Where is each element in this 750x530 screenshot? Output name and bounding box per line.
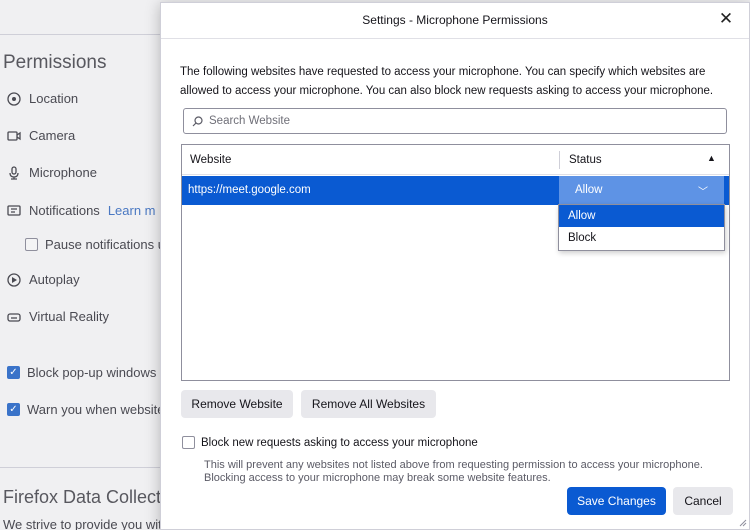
status-select[interactable]: Allow ﹀ xyxy=(559,176,724,205)
search-input[interactable] xyxy=(209,115,709,127)
divider xyxy=(0,467,160,468)
table-row[interactable]: https://meet.google.com Allow ﹀ xyxy=(182,176,729,205)
search-website-field[interactable] xyxy=(183,108,727,134)
column-header-status[interactable]: Status xyxy=(569,154,602,166)
column-header-website[interactable]: Website xyxy=(190,154,231,166)
search-icon xyxy=(192,115,203,126)
sort-ascending-icon[interactable]: ▲ xyxy=(707,153,716,163)
data-collection-heading: Firefox Data Collecti xyxy=(3,487,166,507)
permissions-heading: Permissions xyxy=(3,52,107,73)
block-note: This will prevent any websites not liste… xyxy=(204,459,703,484)
option-allow[interactable]: Allow xyxy=(559,205,724,227)
block-popups-checkbox[interactable]: ✓ Block pop-up windows xyxy=(7,365,156,380)
divider xyxy=(0,34,160,35)
status-value: Allow xyxy=(575,184,603,196)
permission-virtual-reality[interactable]: Virtual Reality xyxy=(7,309,109,324)
permission-autoplay[interactable]: Autoplay xyxy=(7,272,80,287)
remove-all-websites-button[interactable]: Remove All Websites xyxy=(301,390,436,418)
remove-website-button[interactable]: Remove Website xyxy=(181,390,293,418)
pause-notifications-checkbox[interactable]: Pause notifications u xyxy=(25,237,165,252)
notifications-icon xyxy=(7,204,21,216)
checkmark-icon[interactable]: ✓ xyxy=(7,403,20,416)
button-label: Remove Website xyxy=(191,397,283,411)
microphone-permissions-dialog: Settings - Microphone Permissions ✕ The … xyxy=(160,2,750,530)
option-block[interactable]: Block xyxy=(559,227,724,249)
virtual-reality-icon xyxy=(7,312,21,322)
permission-label: Camera xyxy=(29,128,76,143)
permission-label: Notifications xyxy=(29,203,100,218)
close-icon[interactable]: ✕ xyxy=(716,9,736,29)
permission-notifications[interactable]: Notifications Learn m xyxy=(7,203,156,218)
autoplay-icon xyxy=(7,272,21,287)
checkbox-label: Block pop-up windows xyxy=(27,365,157,380)
permission-location[interactable]: Location xyxy=(7,91,78,106)
cancel-button[interactable]: Cancel xyxy=(673,487,733,515)
permission-camera[interactable]: Camera xyxy=(7,128,75,143)
button-label: Remove All Websites xyxy=(311,397,426,411)
permission-label: Microphone xyxy=(29,165,97,180)
checkbox-box[interactable] xyxy=(25,238,38,251)
checkbox-label: Warn you when websites xyxy=(27,402,172,417)
column-divider xyxy=(559,151,560,169)
button-label: Cancel xyxy=(684,494,722,508)
status-dropdown-menu: Allow Block xyxy=(558,204,725,251)
save-changes-button[interactable]: Save Changes xyxy=(567,487,666,515)
permission-label: Location xyxy=(29,91,79,106)
learn-more-link[interactable]: Learn m xyxy=(108,203,156,218)
dialog-description: The following websites have requested to… xyxy=(180,66,714,97)
location-icon xyxy=(7,91,21,106)
block-new-requests-checkbox[interactable]: Block new requests asking to access your… xyxy=(182,436,478,449)
permission-label: Autoplay xyxy=(29,272,80,287)
websites-table: Website Status ▲ https://meet.google.com… xyxy=(181,144,730,381)
website-url: https://meet.google.com xyxy=(188,184,311,196)
chevron-down-icon: ﹀ xyxy=(698,187,708,198)
table-header: Website Status ▲ xyxy=(182,145,729,175)
permission-label: Virtual Reality xyxy=(29,309,109,324)
camera-icon xyxy=(7,130,21,141)
dialog-title: Settings - Microphone Permissions xyxy=(362,13,548,27)
checkbox-box[interactable] xyxy=(182,436,195,449)
button-label: Save Changes xyxy=(577,494,656,508)
resize-grip-icon[interactable] xyxy=(737,517,747,527)
warn-websites-checkbox[interactable]: ✓ Warn you when websites xyxy=(7,402,171,417)
data-collection-text: We strive to provide you wit xyxy=(3,517,162,530)
divider xyxy=(161,38,749,39)
checkbox-label: Block new requests asking to access your… xyxy=(201,436,478,449)
checkmark-icon[interactable]: ✓ xyxy=(7,366,20,379)
permission-microphone[interactable]: Microphone xyxy=(7,165,97,180)
checkbox-label: Pause notifications u xyxy=(45,237,165,252)
microphone-icon xyxy=(9,165,19,180)
